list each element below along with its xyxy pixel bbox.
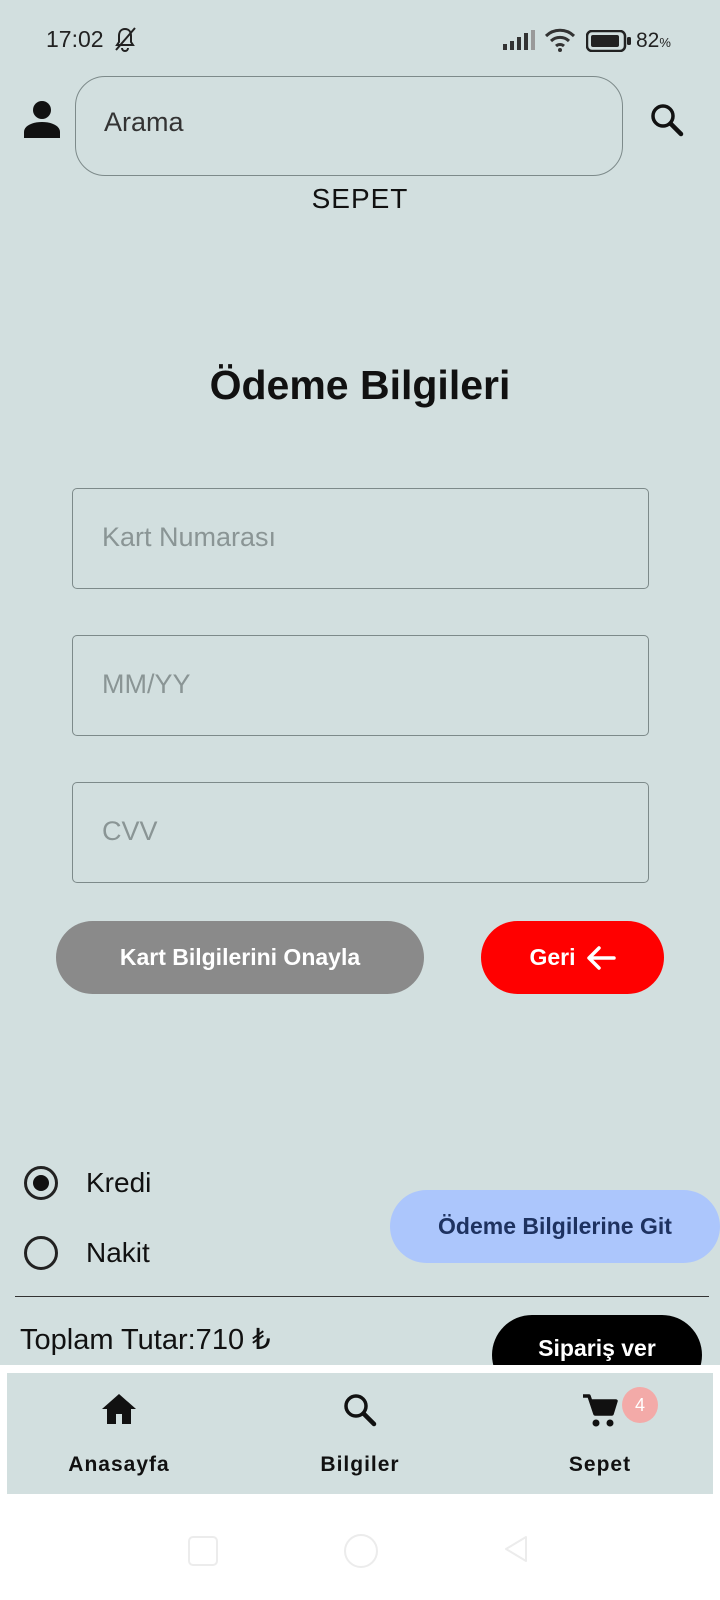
search-input[interactable] — [104, 107, 584, 138]
nav-item-cart[interactable]: 4 Sepet — [500, 1373, 700, 1494]
radio-button[interactable] — [24, 1236, 58, 1270]
cvv-input[interactable] — [102, 816, 622, 847]
expiry-input[interactable] — [102, 669, 622, 700]
search-icon — [344, 1394, 377, 1427]
nav-label: Sepet — [568, 1453, 632, 1476]
search-icon[interactable] — [650, 103, 684, 137]
order-button-clip: Sipariş ver — [492, 1315, 702, 1365]
confirm-card-label: Kart Bilgilerini Onayla — [119, 944, 361, 970]
nav-item-info[interactable]: Bilgiler — [260, 1373, 460, 1494]
app-screen: 17:02 82% SEPET Ödeme Bilgileri — [0, 0, 720, 1365]
status-time: 17:02 — [46, 26, 104, 52]
battery-icon — [586, 30, 631, 52]
card-number-field[interactable] — [72, 488, 649, 589]
wifi-icon — [544, 28, 576, 52]
goto-payment-button[interactable]: Ödeme Bilgilerine Git — [390, 1190, 720, 1263]
recent-apps-button[interactable] — [188, 1536, 218, 1566]
expiry-field[interactable] — [72, 635, 649, 736]
radio-label: Nakit — [86, 1237, 150, 1268]
confirm-card-button[interactable]: Kart Bilgilerini Onayla — [56, 921, 424, 994]
nav-label: Bilgiler — [320, 1453, 400, 1476]
nav-label: Anasayfa — [68, 1453, 170, 1476]
cvv-field[interactable] — [72, 782, 649, 883]
place-order-button[interactable]: Sipariş ver — [492, 1315, 702, 1365]
card-number-input[interactable] — [102, 522, 622, 553]
radio-label: Kredi — [86, 1167, 152, 1198]
payment-title: Ödeme Bilgileri — [209, 362, 511, 408]
battery-percent: 82% — [636, 29, 671, 52]
arrow-left-icon — [586, 945, 616, 970]
page-label: SEPET — [311, 183, 409, 214]
home-icon — [102, 1394, 136, 1424]
goto-payment-label: Ödeme Bilgilerine Git — [438, 1213, 672, 1239]
divider — [15, 1296, 709, 1297]
radio-button-selected[interactable] — [24, 1166, 58, 1200]
signal-icon — [503, 30, 535, 50]
radio-option-nakit[interactable]: Nakit — [24, 1236, 150, 1270]
radio-option-kredi[interactable]: Kredi — [24, 1166, 151, 1200]
bell-muted-icon — [115, 27, 136, 52]
profile-icon[interactable] — [23, 100, 61, 138]
back-button[interactable]: Geri — [481, 921, 664, 994]
total-amount: Toplam Tutar:710 ₺ — [20, 1324, 271, 1356]
search-box[interactable] — [75, 76, 623, 176]
bottom-navigation: Anasayfa Bilgiler 4 Sepet — [7, 1373, 713, 1494]
back-label: Geri — [529, 944, 576, 970]
cart-icon — [583, 1394, 618, 1427]
nav-item-home[interactable]: Anasayfa — [19, 1373, 219, 1494]
back-triangle-icon[interactable] — [502, 1534, 530, 1564]
home-button[interactable] — [344, 1534, 378, 1568]
cart-badge: 4 — [622, 1387, 658, 1423]
place-order-label: Sipariş ver — [538, 1335, 656, 1361]
